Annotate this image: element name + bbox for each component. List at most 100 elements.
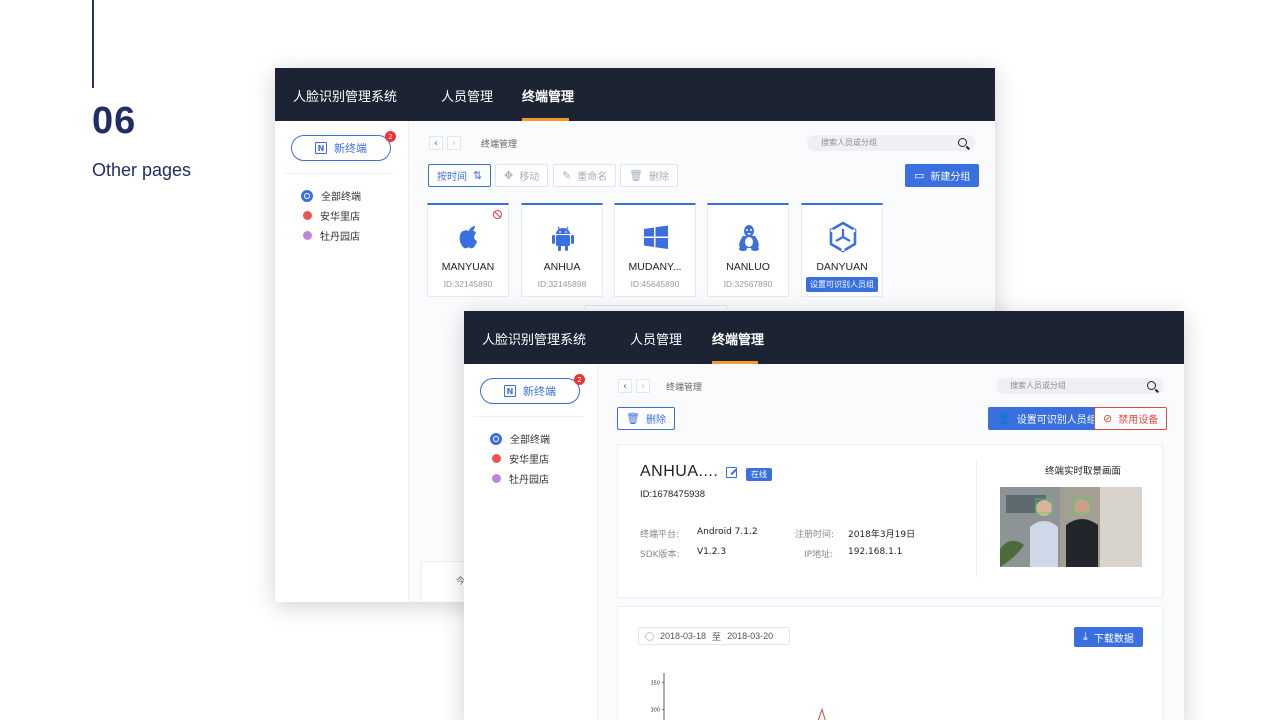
traffic-line-chart: 350300250: [650, 673, 826, 720]
sidebar-item-label: 牡丹园店: [509, 475, 549, 486]
top-nav-bar: 人脸识别管理系统 人员管理 终端管理: [275, 68, 995, 121]
sort-by-time-button[interactable]: 按时间 ⇅: [428, 164, 492, 187]
new-group-label: 新建分组: [930, 172, 971, 183]
folder-icon: ▭: [914, 169, 925, 182]
notification-badge: 2: [385, 131, 396, 142]
user-group-icon: 👤: [997, 412, 1011, 425]
search-icon[interactable]: [1147, 381, 1156, 390]
device-id: ID:1678475938: [640, 489, 705, 500]
date-separator: 至: [712, 631, 722, 642]
delete-button[interactable]: 🗑 删除: [620, 164, 678, 187]
panel-divider: [976, 459, 977, 577]
rename-button[interactable]: ✎ 重命名: [553, 164, 617, 187]
nav-terminals[interactable]: 终端管理: [712, 329, 764, 348]
terminal-card[interactable]: DANYUAN 设置可识别人员组: [801, 203, 883, 297]
terminal-name: MANYUAN: [441, 261, 495, 273]
sidebar-divider: [474, 416, 583, 417]
group-dot: [492, 474, 501, 483]
app-title: 人脸识别管理系统: [293, 90, 398, 105]
new-group-button[interactable]: ▭ 新建分组: [905, 164, 980, 187]
terminal-id: ID:32567890: [723, 279, 773, 289]
status-badge: 在线: [746, 468, 772, 481]
edit-icon[interactable]: [726, 467, 737, 478]
set-group-tag[interactable]: 设置可识别人员组: [806, 277, 878, 292]
y-tick-label: 350: [650, 680, 660, 686]
breadcrumb-label: 终端管理: [481, 139, 518, 150]
platform-value: Android 7.1.2: [697, 527, 758, 537]
forward-arrow-icon[interactable]: ›: [447, 136, 461, 150]
terminal-icon: N: [315, 142, 327, 154]
delete-label: 删除: [645, 415, 666, 426]
terminal-card[interactable]: ANHUA ID:32145898: [521, 203, 603, 297]
sidebar-item-label: 牡丹园店: [320, 232, 360, 243]
back-arrow-icon[interactable]: ‹: [429, 136, 443, 150]
new-terminal-label: 新终端: [523, 385, 556, 398]
terminal-card[interactable]: MUDANY... ID:45645890: [614, 203, 696, 297]
slide-number: 06: [92, 100, 137, 142]
terminal-name: DANYUAN: [816, 261, 868, 273]
nav-people[interactable]: 人员管理: [441, 86, 493, 105]
sidebar: N 新终端 2 全部终端 安华里店 牡丹园店: [275, 121, 409, 602]
terminal-id: ID:32145890: [443, 279, 493, 289]
download-label: 下载数据: [1093, 633, 1134, 645]
sidebar-item-label: 安华里店: [320, 212, 360, 223]
breadcrumb: ‹ › 终端管理: [618, 379, 702, 393]
sort-label: 按时间: [437, 172, 467, 183]
sidebar-item-all-terminals[interactable]: 全部终端: [490, 431, 550, 446]
forward-arrow-icon[interactable]: ›: [636, 379, 650, 393]
sort-icon: ⇅: [473, 169, 483, 182]
edit-icon: ✎: [562, 169, 572, 182]
notification-badge: 2: [574, 374, 585, 385]
terminal-id: ID:45645890: [630, 279, 680, 289]
nav-people[interactable]: 人员管理: [630, 329, 682, 348]
trash-icon: 🗑: [626, 412, 640, 425]
nav-terminals[interactable]: 终端管理: [522, 86, 574, 105]
group-dot: [303, 211, 312, 220]
date-range-picker[interactable]: 2018-03-18 至 2018-03-20: [638, 627, 790, 645]
android-icon: [552, 226, 574, 251]
sidebar-item-all-terminals[interactable]: 全部终端: [301, 188, 361, 203]
group-dot: [303, 231, 312, 240]
group-dot: [492, 454, 501, 463]
terminal-detail-window: 人脸识别管理系统 人员管理 终端管理 N 新终端 2 全部终端 安华里店 牡丹园…: [464, 311, 1184, 720]
sidebar-item-mudanyuan[interactable]: 牡丹园店: [492, 471, 549, 486]
windows-icon: [644, 225, 668, 249]
app-title: 人脸识别管理系统: [482, 333, 587, 348]
back-arrow-icon[interactable]: ‹: [618, 379, 632, 393]
sdk-row: SDK版本: V1.2.3: [640, 547, 726, 560]
move-button[interactable]: ✥ 移动: [495, 164, 549, 187]
sdk-label: SDK版本:: [640, 550, 680, 560]
terminal-card[interactable]: MANYUAN ID:32145890: [427, 203, 509, 297]
move-label: 移动: [519, 172, 540, 183]
ip-value: 192.168.1.1: [848, 547, 903, 557]
set-recognition-group-button[interactable]: 👤 设置可识别人员组: [988, 407, 1106, 430]
register-value: 2018年3月19日: [848, 530, 916, 540]
disabled-icon: [493, 210, 502, 219]
disable-label: 禁用设备: [1118, 415, 1159, 426]
download-icon: ⤓: [1083, 630, 1088, 643]
delete-button[interactable]: 🗑 删除: [617, 407, 675, 430]
new-terminal-button[interactable]: N 新终端 2: [291, 131, 396, 161]
download-data-button[interactable]: ⤓ 下载数据: [1074, 627, 1143, 647]
camera-snapshot: [1000, 487, 1142, 567]
disable-device-button[interactable]: ⊘ 禁用设备: [1094, 407, 1168, 430]
new-terminal-button[interactable]: N 新终端 2: [480, 374, 585, 404]
terminal-name: ANHUA: [543, 261, 581, 273]
slide: 06 Other pages 人脸识别管理系统 人员管理 终端管理 N 新终端 …: [0, 0, 1280, 720]
device-info-panel: ANHUA.... 在线 ID:1678475938 终端平台: Android…: [617, 444, 1163, 598]
breadcrumb: ‹ › 终端管理: [429, 136, 517, 150]
date-to: 2018-03-20: [727, 631, 774, 641]
card-row-fragment: [585, 305, 727, 309]
set-group-label: 设置可识别人员组: [1016, 415, 1097, 426]
register-row: 注册时间: 2018年3月19日: [795, 527, 915, 540]
device-name: ANHUA....: [640, 463, 719, 480]
sidebar-item-mudanyuan[interactable]: 牡丹园店: [303, 228, 360, 243]
series-line: [817, 707, 826, 720]
sidebar-item-anhuali[interactable]: 安华里店: [492, 451, 549, 466]
search-icon[interactable]: [958, 138, 967, 147]
date-from: 2018-03-18: [660, 631, 707, 641]
sdk-value: V1.2.3: [697, 547, 727, 557]
apple-icon: [459, 226, 477, 249]
sidebar-item-anhuali[interactable]: 安华里店: [303, 208, 360, 223]
terminal-card[interactable]: NANLUO ID:32567890: [707, 203, 789, 297]
